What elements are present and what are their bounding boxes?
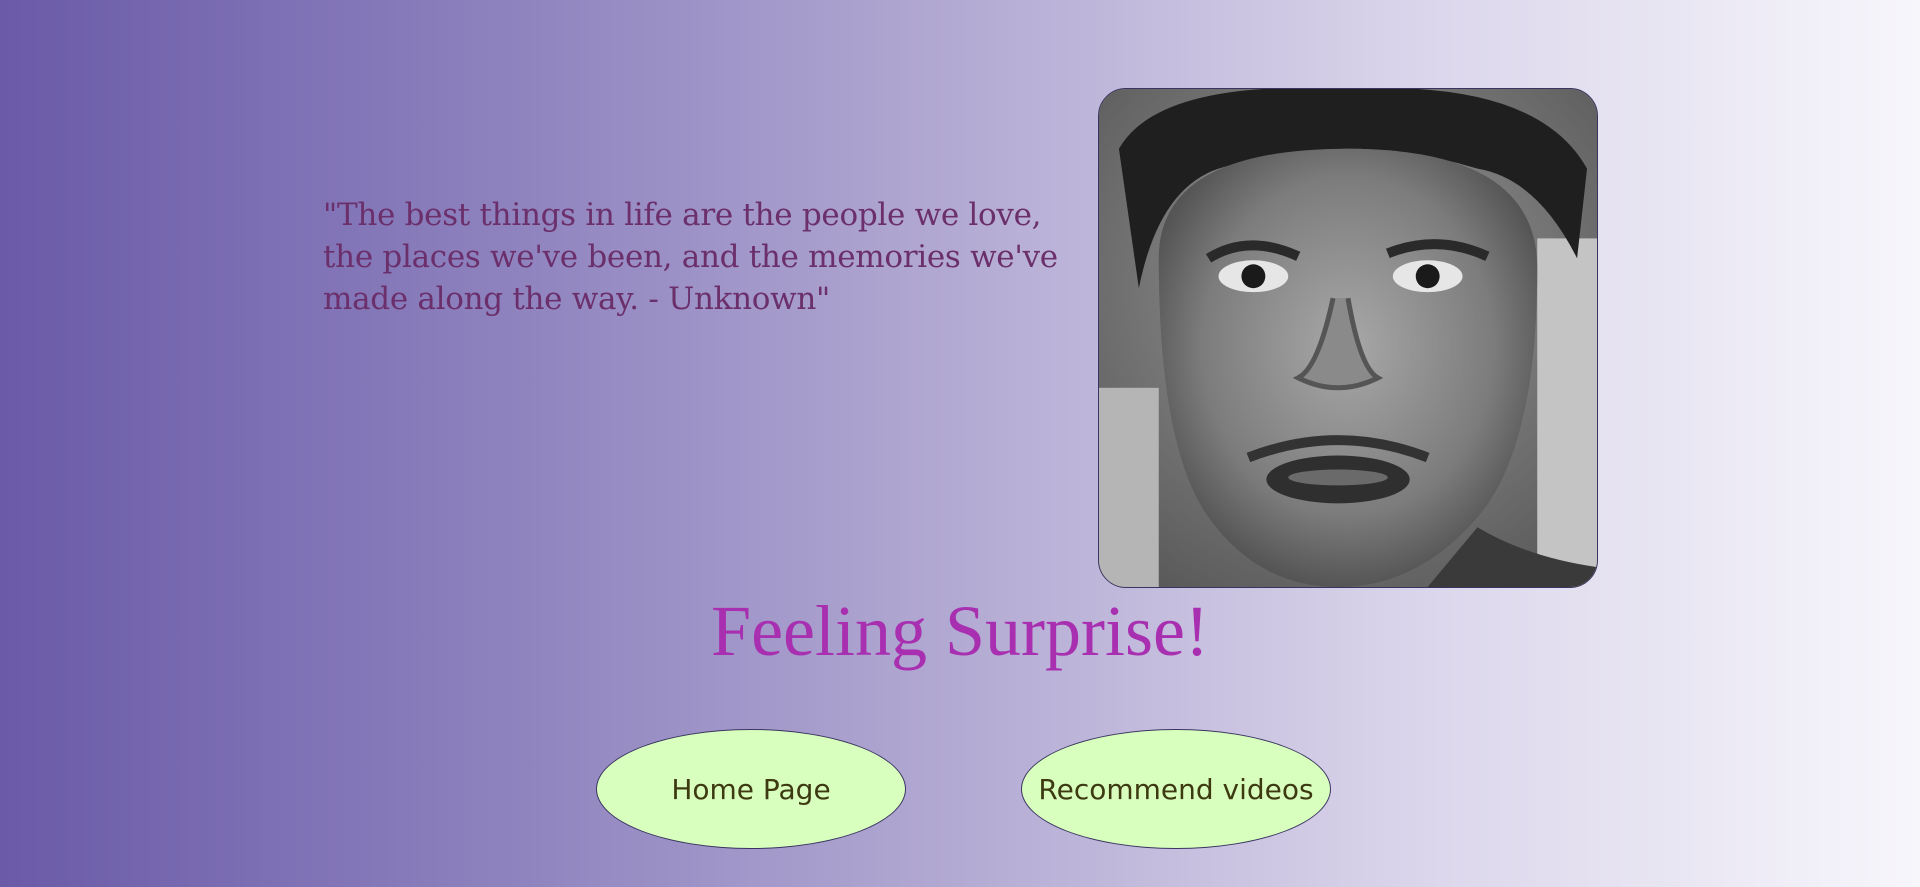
quote-text: "The best things in life are the people … [323,197,1058,317]
detected-emotion-heading: Feeling Surprise! [711,591,1209,671]
face-photo-icon [1099,89,1597,587]
recommend-videos-button[interactable]: Recommend videos [1021,729,1331,849]
captured-face-photo [1098,88,1598,588]
home-page-button[interactable]: Home Page [596,729,906,849]
